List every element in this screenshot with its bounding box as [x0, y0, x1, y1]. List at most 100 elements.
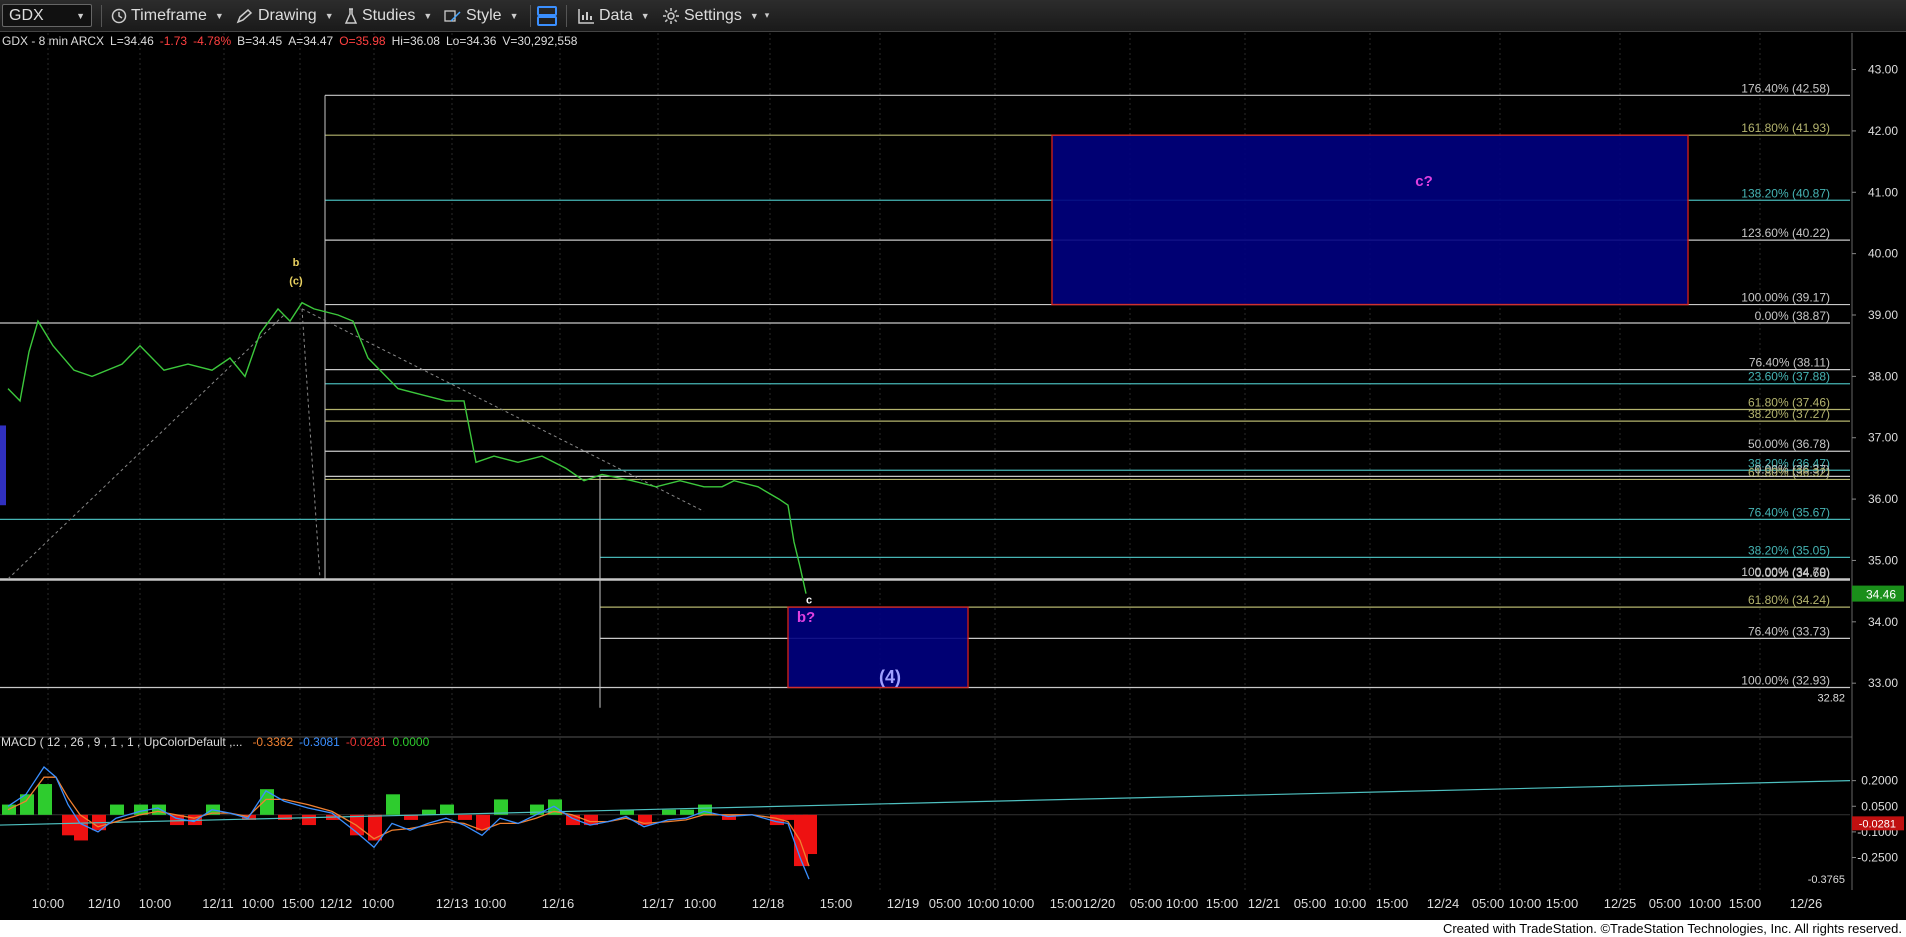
wave-label: (4)	[879, 667, 901, 687]
x-tick-label: 05:00	[1130, 896, 1163, 911]
macd-header: MACD ( 12 , 26 , 9 , 1 , 1 , UpColorDefa…	[1, 735, 430, 749]
fib-label: 100.00% (32.93)	[1741, 673, 1830, 687]
settings-menu[interactable]: Settings ▼ ▾	[662, 4, 769, 27]
wave-label: b	[293, 257, 300, 269]
fib-label: 76.40% (33.73)	[1748, 624, 1830, 638]
wave-label: b?	[797, 609, 815, 626]
x-tick-label: 15:00	[282, 896, 315, 911]
x-tick-label: 12/26	[1790, 896, 1823, 911]
macd-y-tick-label: 0.0500	[1861, 799, 1898, 813]
chart-area[interactable]: 176.40% (42.58) 161.80% (41.93) 138.20% (4…	[0, 32, 1906, 920]
c-target-box	[1051, 134, 1689, 306]
style-icon	[444, 9, 461, 22]
footer: Created with TradeStation. ©TradeStation…	[0, 920, 1906, 937]
layout-button[interactable]	[535, 4, 563, 27]
timeframe-label: Timeframe	[131, 6, 207, 24]
trendline-dashed	[301, 308, 705, 512]
fib-label: 50.00% (36.78)	[1748, 437, 1830, 451]
extra-level-label: 32.82	[1817, 692, 1845, 704]
x-tick-label: 12/16	[542, 896, 575, 911]
data-menu[interactable]: Data ▼	[577, 4, 650, 27]
y-tick-label: 43.00	[1868, 63, 1898, 77]
macd-histogram-bar	[386, 794, 400, 815]
studies-label: Studies	[362, 6, 416, 24]
target-boxes	[0, 134, 1689, 689]
macd-histogram-bar	[278, 814, 292, 820]
macd-histogram-bar	[680, 809, 694, 815]
fib-label: 38.20% (37.27)	[1748, 407, 1830, 421]
drawing-label: Drawing	[258, 6, 317, 24]
dropdown-icon: ▼	[423, 10, 433, 21]
symbol-label: GDX	[9, 6, 44, 24]
x-tick-label: 12/17	[642, 896, 675, 911]
settings-label: Settings	[684, 6, 742, 24]
y-tick-label: 39.00	[1868, 308, 1898, 322]
x-tick-label: 12/24	[1427, 896, 1460, 911]
layout-icon	[537, 5, 557, 26]
x-tick-label: 15:00	[1729, 896, 1762, 911]
x-tick-label: 10:00	[1689, 896, 1722, 911]
macd-histogram-bar	[458, 814, 472, 820]
chart-header: GDX - 8 min ARCX L=34.46 -1.73 -4.78% B=34.4…	[2, 34, 578, 48]
trendline-dashed	[7, 314, 285, 580]
x-tick-label: 15:00	[1546, 896, 1579, 911]
macd-hist-tag-label: -0.0281	[1859, 818, 1896, 830]
macd-histogram-bar	[62, 814, 76, 836]
x-tick-label: 10:00	[1334, 896, 1367, 911]
fib-label: 0.00% (38.87)	[1755, 309, 1830, 323]
fib-label: 176.40% (42.58)	[1741, 81, 1830, 95]
macd-histogram-bar	[662, 809, 676, 815]
studies-menu[interactable]: Studies ▼	[344, 4, 432, 27]
fib-label: 0.00% (34.68)	[1755, 566, 1830, 580]
toolbar-divider	[101, 5, 102, 27]
macd-histogram-bar	[302, 814, 316, 826]
x-tick-label: 10:00	[684, 896, 717, 911]
x-tick-label: 12/21	[1248, 896, 1281, 911]
wave-label: (c)	[289, 275, 303, 287]
y-tick-label: 38.00	[1868, 369, 1898, 383]
timeframe-menu[interactable]: Timeframe ▼	[111, 4, 224, 27]
dropdown-icon: ▼	[76, 10, 85, 21]
toolbar: GDX ▼ Timeframe ▼ Drawing ▼ Studies ▼ St…	[0, 0, 1906, 32]
macd-histogram-bar	[803, 814, 817, 855]
wave-label: c?	[1415, 173, 1433, 190]
drawing-menu[interactable]: Drawing ▼	[236, 4, 334, 27]
x-tick-label: 05:00	[1472, 896, 1505, 911]
x-tick-label: 10:00	[967, 896, 1000, 911]
y-tick-label: 42.00	[1868, 124, 1898, 138]
dropdown-icon: ▼	[214, 10, 224, 21]
macd-line	[7, 766, 810, 880]
style-menu[interactable]: Style ▼	[444, 4, 519, 27]
x-tick-label: 10:00	[139, 896, 172, 911]
fib-label: 100.00% (39.17)	[1741, 291, 1830, 305]
x-tick-label: 12/10	[88, 896, 121, 911]
x-tick-label: 10:00	[242, 896, 275, 911]
macd-histogram-bar	[260, 789, 274, 815]
data-label: Data	[599, 6, 633, 24]
symbol-selector[interactable]: GDX ▼	[2, 4, 92, 27]
y-tick-label: 34.00	[1868, 615, 1898, 629]
y-tick-label: 40.00	[1868, 247, 1898, 261]
x-tick-label: 10:00	[474, 896, 507, 911]
fib-label: 61.80% (34.24)	[1748, 593, 1830, 607]
x-tick-label: 05:00	[1649, 896, 1682, 911]
macd-histogram-bar	[110, 804, 124, 815]
x-tick-label: 12/20	[1083, 896, 1116, 911]
y-tick-label: 37.00	[1868, 431, 1898, 445]
last-price-label: 34.46	[1866, 588, 1896, 602]
trendline-dashed	[301, 308, 321, 579]
x-tick-label: 12/19	[887, 896, 920, 911]
fib-label: 61.80% (36.32)	[1748, 465, 1830, 479]
chart-bars-icon	[578, 8, 594, 24]
x-tick-label: 12/25	[1604, 896, 1637, 911]
x-tick-label: 10:00	[32, 896, 65, 911]
flask-icon	[344, 7, 358, 24]
macd-y-tick-label: -0.2500	[1857, 851, 1898, 865]
dropdown-icon: ▼	[640, 10, 650, 21]
y-tick-label: 41.00	[1868, 185, 1898, 199]
x-tick-label: 12/11	[202, 896, 234, 911]
price-series	[7, 301, 807, 594]
dropdown-icon: ▾	[764, 10, 770, 20]
fib-label: 76.40% (38.11)	[1749, 356, 1830, 370]
y-tick-label: 36.00	[1868, 492, 1898, 506]
